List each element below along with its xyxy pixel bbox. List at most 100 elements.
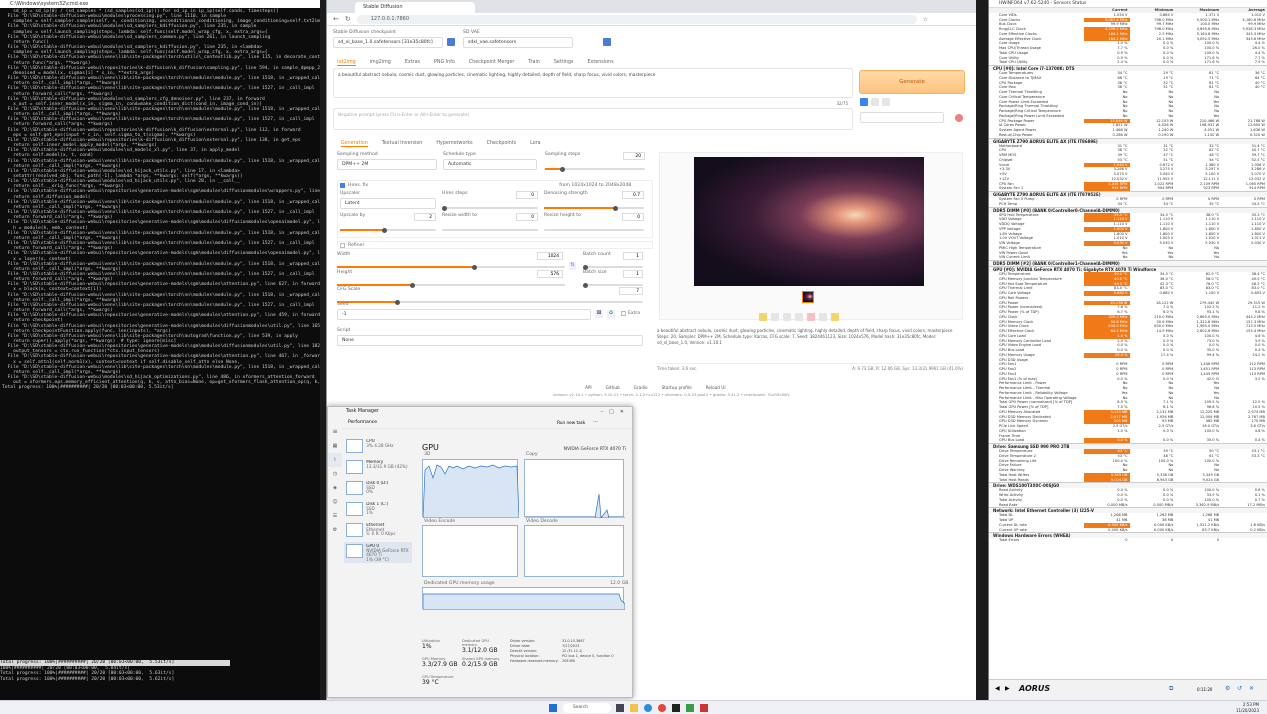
- footer-link[interactable]: Github: [606, 385, 620, 390]
- footer-link[interactable]: Gradio: [634, 385, 648, 390]
- width-input[interactable]: 1024: [537, 252, 563, 260]
- terminal-window[interactable]: C:\Windows\system32\cmd.exe sd_ip = sd_i…: [0, 0, 320, 700]
- resource-item[interactable]: Ethernet Ethernet S: 0 R: 0 Kbps: [344, 521, 412, 542]
- sensor-window[interactable]: HWiNFO64 v7.62-5240 - Sensors Status Cur…: [988, 0, 1267, 700]
- chrome-icon[interactable]: [658, 704, 666, 712]
- tab-txt2img[interactable]: txt2img: [337, 60, 356, 66]
- batch-count-input[interactable]: 1: [623, 252, 643, 260]
- resize-width-slider[interactable]: [442, 229, 538, 231]
- file-explorer-icon[interactable]: [630, 704, 638, 712]
- taskmgr-icon[interactable]: [686, 704, 694, 712]
- resource-item[interactable]: Disk 1 (C:) SSD 1%: [344, 500, 412, 521]
- maximize-icon[interactable]: □: [609, 409, 614, 415]
- image-thumbnail[interactable]: [802, 291, 814, 303]
- height-slider[interactable]: [337, 282, 565, 288]
- subtab-checkpoints[interactable]: Checkpoints: [487, 141, 517, 147]
- send-extras-icon[interactable]: [819, 313, 827, 321]
- performance-icon[interactable]: ⌇: [328, 453, 342, 467]
- history-icon[interactable]: ◷: [328, 467, 342, 481]
- sensor-row[interactable]: Current UP rate 0.000 KB/s 0.000 KB/s 83.7 …: [989, 528, 1267, 533]
- details-icon[interactable]: ☰: [328, 509, 342, 523]
- hires-checkbox[interactable]: [340, 183, 345, 188]
- reset-icon[interactable]: ↺: [1237, 685, 1242, 692]
- save-icon[interactable]: [771, 313, 779, 321]
- negative-prompt-box[interactable]: Negative prompt (press Ctrl+Enter or Alt…: [333, 108, 853, 130]
- resize-width-input[interactable]: 0: [516, 213, 538, 221]
- generate-button[interactable]: Generate: [859, 70, 965, 94]
- tab-settings[interactable]: Settings: [554, 60, 574, 66]
- nav-right-icon[interactable]: ▶: [1005, 685, 1010, 692]
- run-task-button[interactable]: Run new task: [557, 420, 585, 425]
- tab-png-info[interactable]: PNG Info: [434, 60, 455, 66]
- footer-link[interactable]: Startup profile: [662, 385, 692, 390]
- sensor-row[interactable]: PCH Temp 34 °C 34 °C 35 °C 34.5 °C: [989, 202, 1267, 207]
- hires-steps-slider[interactable]: [442, 205, 538, 211]
- refresh-vae-icon[interactable]: [603, 38, 611, 46]
- resize-height-slider[interactable]: [544, 229, 644, 231]
- recycle-icon[interactable]: ♻: [607, 310, 615, 318]
- seed-input[interactable]: -1: [337, 309, 591, 320]
- send-img2img-icon[interactable]: [795, 313, 803, 321]
- nav-left-icon[interactable]: ◀: [995, 685, 1000, 692]
- edit-style-icon[interactable]: [955, 114, 963, 122]
- clock[interactable]: 2:53 PM 11/20/2023: [1236, 702, 1259, 713]
- open-folder-icon[interactable]: [759, 313, 767, 321]
- schedule-select[interactable]: Automatic: [443, 159, 537, 170]
- browser-tab[interactable]: Stable Diffusion: [355, 2, 475, 13]
- search-box[interactable]: Search: [563, 703, 611, 713]
- resize-height-input[interactable]: 0: [622, 213, 644, 221]
- terminal-icon[interactable]: [672, 704, 680, 712]
- close-icon[interactable]: ✕: [620, 409, 624, 415]
- task-view-icon[interactable]: [616, 704, 624, 712]
- task-manager-window[interactable]: Task Manager – □ ✕ Performance Run new tas…: [327, 406, 633, 698]
- sensor-row[interactable]: Rest-of-Chip Power 0.286 W 0.190 W 1.150 W 0…: [989, 133, 1267, 138]
- paste-icon[interactable]: [860, 98, 868, 106]
- resource-item[interactable]: GPU 0 NVIDIA GeForce RTX 4070 Ti 1% (39 °C…: [344, 542, 412, 563]
- services-icon[interactable]: ⚙: [328, 523, 342, 537]
- resource-item[interactable]: CPU 3% 4.28 GHz: [344, 437, 412, 458]
- batch-count-slider[interactable]: [583, 264, 643, 270]
- trash-icon[interactable]: [871, 98, 879, 106]
- sensor-row[interactable]: Total CPU Utility 2.4 % 0.0 % 171.6 % 7.9 %: [989, 60, 1267, 65]
- prompt-text[interactable]: a beautiful abstract nebula, cosmic dust…: [334, 69, 852, 83]
- dice-icon[interactable]: ⚄: [595, 310, 603, 318]
- upscale-icon[interactable]: [831, 313, 839, 321]
- reload-icon[interactable]: ↻: [345, 15, 351, 23]
- tab-img2img[interactable]: img2img: [370, 60, 391, 66]
- address-bar[interactable]: 127.0.0.1:7860: [356, 14, 917, 24]
- more-icon[interactable]: ⋯: [593, 420, 598, 425]
- upscaler-select[interactable]: Latent: [340, 198, 436, 209]
- subtab-textual-inversion[interactable]: Textual Inversion: [382, 141, 423, 147]
- resource-item[interactable]: Memory 13.3/31.9 GB (42%): [344, 458, 412, 479]
- script-select[interactable]: None: [337, 335, 643, 346]
- styles-select[interactable]: [860, 112, 944, 123]
- denoise-input[interactable]: 0.7: [622, 191, 644, 199]
- sensor-row[interactable]: VIN Current Limit No No No: [989, 255, 1267, 260]
- sampling-method-select[interactable]: DPM++ 2M: [337, 159, 437, 170]
- users-icon[interactable]: ☺: [328, 495, 342, 509]
- steps-slider[interactable]: [545, 166, 645, 172]
- edge-icon[interactable]: [644, 704, 652, 712]
- swap-dimensions-icon[interactable]: ⇅: [569, 262, 576, 270]
- hires-steps-input[interactable]: 0: [516, 191, 538, 199]
- hamburger-icon[interactable]: ≡: [328, 425, 342, 439]
- zip-icon[interactable]: [783, 313, 791, 321]
- sensor-row[interactable]: Read Rate 0.000 MB/s 0.000 MB/s 3,362.9 MB/…: [989, 503, 1267, 508]
- batch-size-slider[interactable]: [583, 282, 643, 288]
- tab-checkpoint-merger[interactable]: Checkpoint Merger: [469, 60, 514, 66]
- tab-extras[interactable]: Extras: [405, 60, 420, 66]
- sensor-row[interactable]: Total Host Reads 9,024 GB 8,943 GB 9,024 GB: [989, 477, 1267, 483]
- resource-item[interactable]: Disk 0 (D:) SSD 0%: [344, 479, 412, 500]
- denoise-slider[interactable]: [544, 205, 644, 211]
- style-apply-icon[interactable]: [882, 98, 890, 106]
- subtab-lora[interactable]: Lora: [530, 141, 540, 147]
- sensor-row[interactable]: Total Errors 0 0 0: [989, 538, 1267, 543]
- extra-checkbox[interactable]: [621, 311, 626, 316]
- hwinfo-icon[interactable]: [700, 704, 708, 712]
- sensor-row[interactable]: System Fan 1 915 RPM 904 RPM 923 RPM 914 RPM: [989, 186, 1267, 191]
- subtab-generation[interactable]: Generation: [341, 141, 368, 147]
- negative-prompt-placeholder[interactable]: Negative prompt (press Ctrl+Enter or Alt…: [334, 109, 852, 122]
- back-icon[interactable]: ←: [333, 15, 339, 23]
- start-icon[interactable]: [549, 704, 557, 712]
- vae-select[interactable]: sdxl_vae.safetensors: [463, 37, 573, 48]
